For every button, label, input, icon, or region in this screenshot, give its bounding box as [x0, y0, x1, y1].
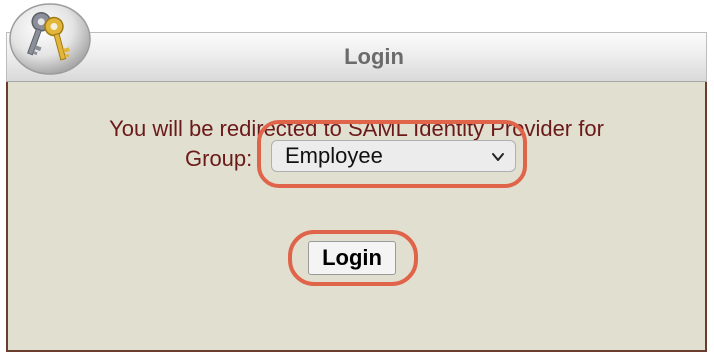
group-label: Group:: [185, 146, 253, 171]
chevron-down-icon: [492, 153, 504, 161]
dialog-title: Login: [344, 44, 404, 69]
group-select[interactable]: Employee: [271, 140, 516, 172]
login-button[interactable]: Login: [308, 241, 396, 275]
title-bar: Login: [6, 32, 707, 82]
group-select-value: Employee: [285, 143, 383, 168]
keys-icon: [9, 3, 91, 75]
login-panel: Login You will be redirected to SAML Ide…: [6, 32, 707, 352]
